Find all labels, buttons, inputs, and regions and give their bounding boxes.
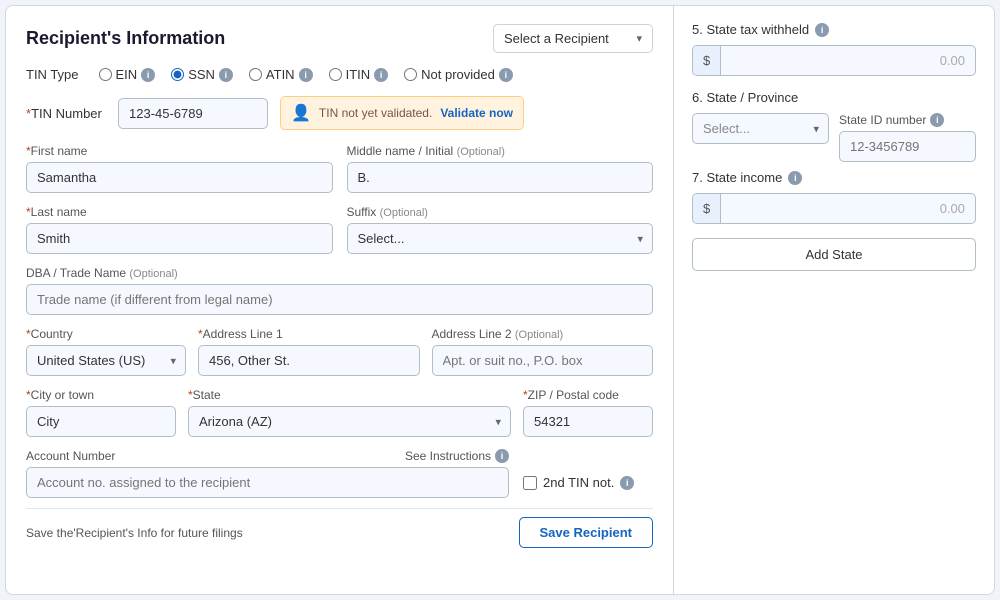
state-tax-value: 0.00 [721, 46, 975, 75]
itin-info-icon[interactable]: i [374, 68, 388, 82]
state-province-select[interactable]: Select... [692, 113, 829, 144]
atin-radio[interactable] [249, 68, 262, 81]
country-select[interactable]: United States (US) [26, 345, 186, 376]
state-income-info-icon[interactable]: i [788, 171, 802, 185]
suffix-label: Suffix (Optional) [347, 205, 654, 219]
last-name-input[interactable] [26, 223, 333, 254]
first-name-label: *First name [26, 144, 333, 158]
second-tin-checkbox[interactable] [523, 476, 537, 490]
state-tax-input-wrapper: $ 0.00 [692, 45, 976, 76]
state-income-value: 0.00 [721, 194, 975, 223]
country-label: *Country [26, 327, 186, 341]
zip-label: *ZIP / Postal code [523, 388, 653, 402]
middle-name-input[interactable] [347, 162, 654, 193]
account-number-input[interactable] [26, 467, 509, 498]
dba-input[interactable] [26, 284, 653, 315]
city-input[interactable] [26, 406, 176, 437]
middle-name-label: Middle name / Initial (Optional) [347, 144, 654, 158]
itin-radio-option[interactable]: ITIN i [329, 67, 389, 82]
not-provided-radio[interactable] [404, 68, 417, 81]
ein-radio-option[interactable]: EIN i [99, 67, 156, 82]
address2-label: Address Line 2 (Optional) [432, 327, 654, 341]
second-tin-info-icon[interactable]: i [620, 476, 634, 490]
state-province-section-label: 6. State / Province [692, 90, 976, 105]
ein-radio[interactable] [99, 68, 112, 81]
select-recipient-dropdown[interactable]: Select a Recipient ▾ [493, 24, 653, 53]
ein-info-icon[interactable]: i [141, 68, 155, 82]
zip-input[interactable] [523, 406, 653, 437]
state-id-label: State ID number i [839, 113, 976, 127]
state-tax-label: 5. State tax withheld i [692, 22, 976, 37]
state-tax-info-icon[interactable]: i [815, 23, 829, 37]
see-instructions-label: See Instructions [405, 449, 491, 463]
see-instructions-info-icon[interactable]: i [495, 449, 509, 463]
state-id-input[interactable] [839, 131, 976, 162]
not-provided-radio-option[interactable]: Not provided i [404, 67, 513, 82]
save-recipient-button[interactable]: Save Recipient [519, 517, 654, 548]
tin-number-label: *TIN Number [26, 106, 106, 121]
dba-label: DBA / Trade Name (Optional) [26, 266, 653, 280]
validate-now-link[interactable]: Validate now [440, 106, 513, 120]
suffix-select[interactable]: Select... Jr. Sr. II III [347, 223, 654, 254]
state-select[interactable]: Arizona (AZ) [188, 406, 511, 437]
ssn-radio[interactable] [171, 68, 184, 81]
first-name-input[interactable] [26, 162, 333, 193]
atin-radio-option[interactable]: ATIN i [249, 67, 313, 82]
page-title: Recipient's Information [26, 28, 225, 49]
ssn-info-icon[interactable]: i [219, 68, 233, 82]
tin-number-input[interactable] [118, 98, 268, 129]
state-income-label: 7. State income i [692, 170, 976, 185]
second-tin-label: 2nd TIN not. [543, 475, 614, 490]
not-provided-info-icon[interactable]: i [499, 68, 513, 82]
state-tax-prefix: $ [693, 46, 721, 75]
ssn-radio-option[interactable]: SSN i [171, 67, 233, 82]
tin-type-label: TIN Type [26, 67, 79, 82]
state-income-prefix: $ [693, 194, 721, 223]
atin-info-icon[interactable]: i [299, 68, 313, 82]
save-info-text: Save the'Recipient's Info for future fil… [26, 526, 243, 540]
city-label: *City or town [26, 388, 176, 402]
state-id-info-icon[interactable]: i [930, 113, 944, 127]
address1-label: *Address Line 1 [198, 327, 420, 341]
state-label: *State [188, 388, 511, 402]
validate-banner: 👤 TIN not yet validated. Validate now [280, 96, 524, 130]
state-income-input-wrapper: $ 0.00 [692, 193, 976, 224]
address2-input[interactable] [432, 345, 654, 376]
account-number-label: Account Number [26, 449, 115, 463]
address1-input[interactable] [198, 345, 420, 376]
chevron-down-icon: ▾ [636, 32, 642, 45]
itin-radio[interactable] [329, 68, 342, 81]
add-state-button[interactable]: Add State [692, 238, 976, 271]
person-icon: 👤 [291, 103, 311, 123]
last-name-label: *Last name [26, 205, 333, 219]
